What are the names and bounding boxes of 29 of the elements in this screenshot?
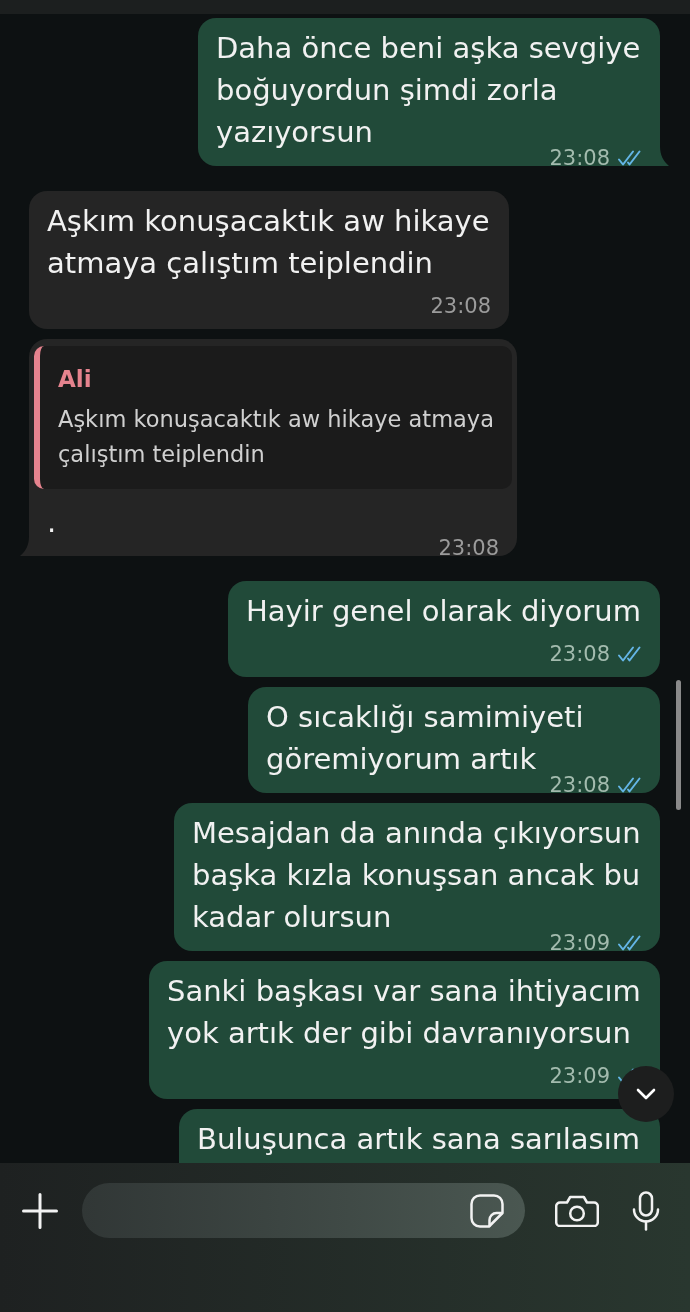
sticker-button[interactable]	[470, 1193, 504, 1228]
message-text: Sanki başkası var sana ihtiyacım yok artık der gibi davranıyorsun	[167, 974, 641, 1050]
message-text: Buluşunca artık sana sarılasım	[197, 1122, 640, 1156]
sticker-icon	[470, 1193, 504, 1228]
message-text: Mesajdan da anında çıkıyorsun başka kızla konuşsan ancak bu kadar olursun	[192, 816, 641, 934]
chevron-down-icon	[636, 1088, 656, 1100]
timestamp: 23:08	[549, 777, 610, 793]
microphone-button[interactable]	[632, 1190, 660, 1231]
timestamp: 23:08	[430, 298, 491, 314]
camera-icon	[555, 1194, 599, 1227]
timestamp: 23:08	[549, 150, 610, 166]
timestamp: 23:08	[438, 540, 499, 556]
scrollbar[interactable]	[676, 680, 681, 810]
message-text: Hayir genel olarak diyorum	[246, 594, 641, 628]
timestamp: 23:09	[549, 935, 610, 951]
plus-icon	[22, 1192, 58, 1229]
sender-name: Ali	[58, 365, 93, 394]
message-text: O sıcaklığı samimiyeti göremiyorum artık	[266, 700, 584, 776]
camera-button[interactable]	[555, 1194, 599, 1227]
message-text: Daha önce beni aşka sevgiye boğuyordun şimdi zorla yazıyorsun	[216, 31, 641, 149]
microphone-icon	[632, 1190, 660, 1231]
timestamp: 23:08	[549, 646, 610, 662]
quoted-text: Aşkım konuşacaktık aw hikaye atmaya çalıştım teiplendin	[58, 405, 495, 469]
quoted-message[interactable]: Ali Aşkım konuşacaktık aw hikaye atmaya çalıştım teiplendin	[34, 346, 512, 489]
message-text: .	[47, 505, 57, 539]
timestamp: 23:09	[549, 1068, 610, 1084]
message-text: Aşkım konuşacaktık aw hikaye atmaya çalıştım teiplendin	[47, 204, 490, 280]
scroll-to-bottom-button[interactable]	[618, 1066, 674, 1122]
add-button[interactable]	[22, 1192, 58, 1229]
